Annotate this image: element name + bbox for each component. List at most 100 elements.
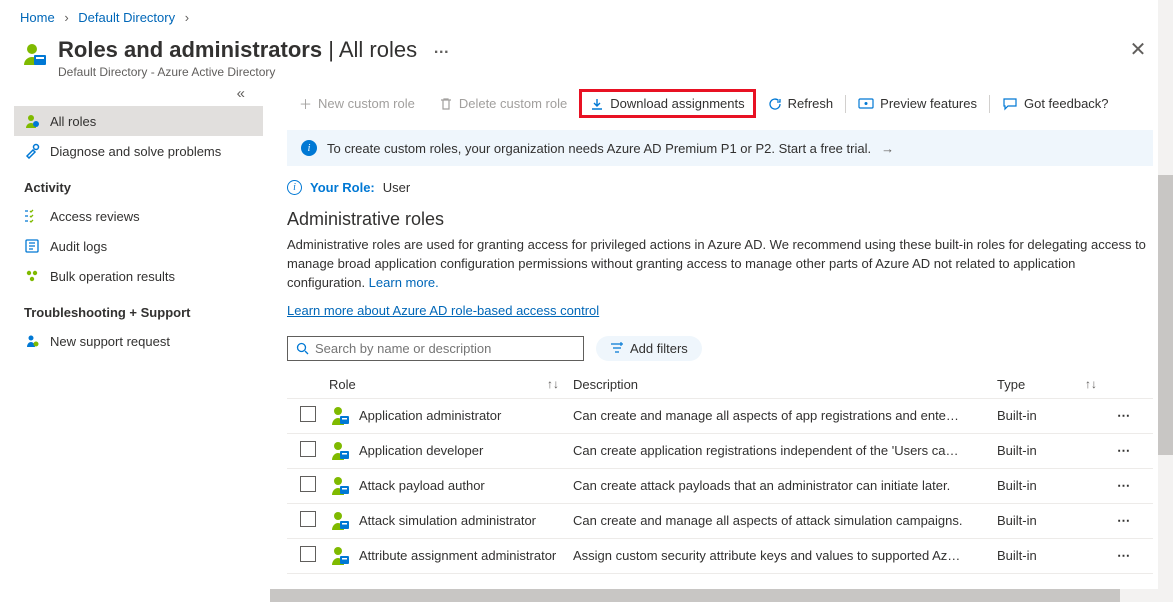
section-heading: Administrative roles [287,209,1153,230]
sidebar-item-label: Access reviews [50,209,140,224]
role-name: Attribute assignment administrator [359,548,556,563]
col-type[interactable]: Type↑↓ [997,377,1117,392]
row-more-button[interactable]: ⋯ [1117,408,1131,423]
add-filters-button[interactable]: Add filters [596,336,702,361]
sidebar-item-label: Bulk operation results [50,269,175,284]
role-name: Attack simulation administrator [359,513,536,528]
got-feedback-button[interactable]: Got feedback? [990,96,1121,111]
search-input[interactable] [315,341,575,356]
role-description: Assign custom security attribute keys an… [573,548,997,563]
role-description: Can create and manage all aspects of att… [573,513,997,528]
role-type: Built-in [997,513,1117,528]
col-role[interactable]: Role↑↓ [329,377,573,392]
sidebar-item-all-roles[interactable]: All roles [14,106,263,136]
breadcrumb-directory[interactable]: Default Directory [78,10,175,25]
sidebar-item-label: New support request [50,334,170,349]
search-input-wrapper[interactable] [287,336,584,361]
table-header: Role↑↓ Description Type↑↓ [287,371,1153,399]
role-avatar-icon [329,405,351,427]
trash-icon [439,97,453,111]
role-description: Can create attack payloads that an admin… [573,478,997,493]
sidebar-item-label: All roles [50,114,96,129]
main-content: ＋ New custom role Delete custom role Dow… [263,81,1173,593]
row-checkbox[interactable] [300,511,316,527]
premium-info-banner: i To create custom roles, your organizat… [287,130,1153,166]
filter-icon [610,342,624,354]
role-type: Built-in [997,408,1117,423]
role-type: Built-in [997,443,1117,458]
learn-more-link[interactable]: Learn more. [369,275,439,290]
refresh-button[interactable]: Refresh [756,96,846,111]
sidebar: « All roles Diagnose and solve problems … [0,81,263,593]
preview-icon [858,97,874,111]
title-more-icon[interactable]: … [433,40,449,57]
close-button[interactable]: ✕ [1123,37,1153,62]
delete-custom-role-button[interactable]: Delete custom role [427,96,579,111]
checklist-icon [24,208,40,224]
scrollbar-horizontal-thumb[interactable] [270,589,1120,602]
wrench-icon [24,143,40,159]
role-name: Application developer [359,443,483,458]
bulk-icon [24,268,40,284]
scrollbar-vertical-thumb[interactable] [1158,175,1173,455]
section-description: Administrative roles are used for granti… [287,236,1153,293]
logs-icon [24,238,40,254]
table-row[interactable]: Attack simulation administrator Can creat… [287,504,1153,539]
row-more-button[interactable]: ⋯ [1117,548,1131,563]
your-role-row: i Your Role: User [287,180,1153,195]
preview-features-button[interactable]: Preview features [846,96,989,111]
role-type: Built-in [997,478,1117,493]
sidebar-item-audit-logs[interactable]: Audit logs [14,231,263,261]
role-type: Built-in [997,548,1117,563]
page-avatar-icon [20,41,48,69]
row-checkbox[interactable] [300,406,316,422]
sidebar-item-diagnose[interactable]: Diagnose and solve problems [14,136,263,166]
refresh-icon [768,97,782,111]
table-row[interactable]: Application administrator Can create and … [287,399,1153,434]
search-icon [296,342,309,355]
support-icon [24,333,40,349]
table-row[interactable]: Attack payload author Can create attack p… [287,469,1153,504]
sidebar-item-support[interactable]: New support request [14,326,263,356]
row-more-button[interactable]: ⋯ [1117,513,1131,528]
download-icon [590,97,604,111]
sidebar-section-troubleshoot: Troubleshooting + Support [14,291,263,326]
page-title: Roles and administrators | All roles … [58,37,1123,63]
breadcrumb: Home › Default Directory › [0,0,1173,29]
sidebar-item-access-reviews[interactable]: Access reviews [14,201,263,231]
role-avatar-icon [329,545,351,567]
sort-icon: ↑↓ [547,377,559,391]
row-checkbox[interactable] [300,546,316,562]
role-name: Attack payload author [359,478,485,493]
page-subtitle: Default Directory - Azure Active Directo… [58,65,1123,79]
plus-icon: ＋ [299,94,312,113]
sidebar-item-bulk-results[interactable]: Bulk operation results [14,261,263,291]
row-more-button[interactable]: ⋯ [1117,478,1131,493]
role-name: Application administrator [359,408,501,423]
breadcrumb-home[interactable]: Home [20,10,55,25]
sort-icon: ↑↓ [1085,377,1097,391]
sidebar-section-activity: Activity [14,166,263,201]
sidebar-item-label: Diagnose and solve problems [50,144,221,159]
toolbar: ＋ New custom role Delete custom role Dow… [287,81,1153,130]
new-custom-role-button[interactable]: ＋ New custom role [287,94,427,113]
role-avatar-icon [329,475,351,497]
row-checkbox[interactable] [300,476,316,492]
info-outline-icon: i [287,180,302,195]
role-description: Can create application registrations ind… [573,443,997,458]
collapse-sidebar-icon[interactable]: « [14,81,263,106]
table-row[interactable]: Attribute assignment administrator Assign… [287,539,1153,574]
table-row[interactable]: Application developer Can create applicat… [287,434,1153,469]
role-avatar-icon [329,440,351,462]
role-description: Can create and manage all aspects of app… [573,408,997,423]
sidebar-item-label: Audit logs [50,239,107,254]
role-avatar-icon [329,510,351,532]
feedback-icon [1002,97,1018,111]
row-checkbox[interactable] [300,441,316,457]
download-assignments-button[interactable]: Download assignments [579,89,755,118]
col-description: Description [573,377,997,392]
rbac-learn-more-link[interactable]: Learn more about Azure AD role-based acc… [287,303,1153,318]
arrow-right-icon[interactable]: → [881,141,894,156]
person-icon [24,113,40,129]
row-more-button[interactable]: ⋯ [1117,443,1131,458]
